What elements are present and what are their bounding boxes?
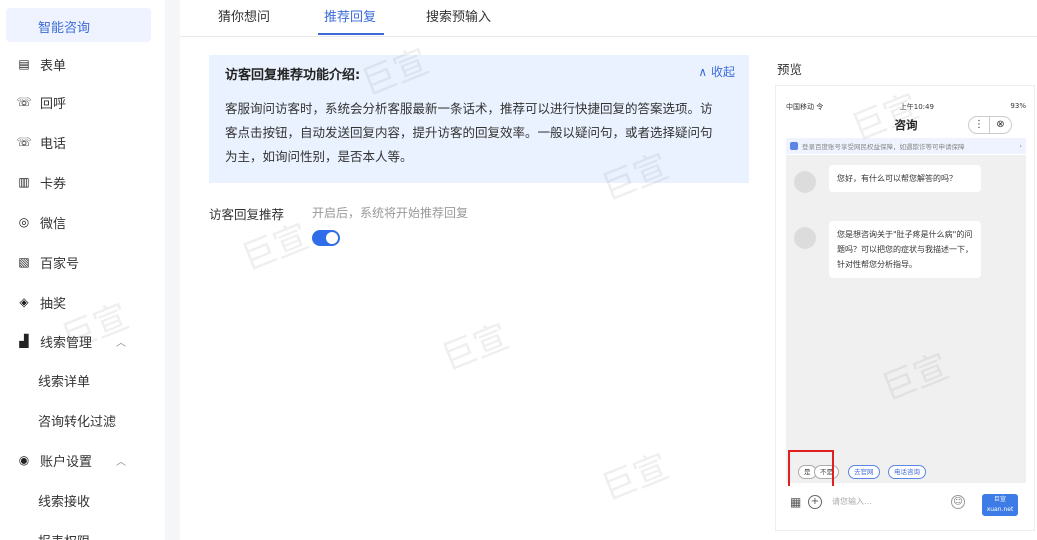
plus-icon[interactable]: +: [808, 495, 822, 509]
emoji-icon[interactable]: ☺: [951, 495, 965, 509]
baijiahao-icon: ▧: [18, 255, 30, 269]
sidebar-item-baijiahao[interactable]: ▧ 百家号: [0, 242, 165, 282]
chat-input-bar: ▦ + 请您输入... ☺ 巨宣 xuan.net: [786, 486, 1026, 520]
toggle-knob: [326, 232, 338, 244]
chat-input[interactable]: 请您输入...: [832, 496, 872, 507]
more-menu-icon[interactable]: ⋮: [968, 116, 990, 134]
phone-preview: 中国移动 令 上午10:49 93% 咨询 ⋮ ⊗ 登录百度账号享受网民权益保障…: [775, 85, 1035, 531]
chat-bubble: 您好，有什么可以帮您解答的吗？: [829, 165, 981, 192]
notice-text: 登录百度账号享受网民权益保障，如遇欺诈等可申请保障: [802, 143, 965, 151]
sidebar-item-coupon[interactable]: ▥ 卡券: [0, 162, 165, 202]
quick-reply-website[interactable]: 去官网: [848, 465, 880, 479]
active-tab-indicator: [318, 33, 384, 35]
sidebar-item-smart-consult[interactable]: 智能咨询: [0, 6, 165, 46]
gift-icon: ◈: [19, 295, 29, 309]
quick-reply-phone[interactable]: 电话咨询: [888, 465, 926, 479]
setting-hint: 开启后，系统将开始推荐回复: [312, 206, 469, 220]
sidebar-subitem-clue-receive[interactable]: 线索接收: [0, 480, 165, 520]
sidebar-item-label: 线索接收: [38, 494, 91, 510]
agent-avatar: [794, 227, 816, 249]
collapse-button[interactable]: ∧ 收起: [698, 63, 735, 80]
sidebar-item-phone[interactable]: ☏ 电话: [0, 122, 165, 162]
chevron-up-icon[interactable]: ︿: [116, 334, 126, 349]
sidebar-item-callback[interactable]: ☏ 回呼: [0, 82, 165, 122]
sidebar-item-label: 线索详单: [38, 374, 91, 390]
send-button[interactable]: 巨宣 xuan.net: [982, 494, 1018, 516]
phone-icon: ☏: [16, 135, 32, 149]
status-bar: 中国移动 令 上午10:49 93%: [786, 102, 1026, 114]
sidebar-item-lottery[interactable]: ◈ 抽奖: [0, 282, 165, 322]
intro-title: 访客回复推荐功能介绍:: [225, 68, 361, 83]
form-icon: ▤: [18, 57, 30, 71]
chevron-right-icon: ›: [1019, 142, 1022, 150]
chat-bubble: 您是想咨询关于"肚子疼是什么病"的问题吗？可以把您的症状与我描述一下，针对性帮您…: [829, 221, 981, 278]
sidebar-item-form[interactable]: ▤ 表单: [0, 44, 165, 84]
sidebar-item-label: 微信: [40, 216, 67, 232]
shield-icon: [790, 142, 798, 150]
battery-text: 93%: [1010, 102, 1026, 110]
wechat-icon: ◎: [18, 215, 30, 229]
sidebar-item-account-settings[interactable]: ◉ 账户设置 ︿: [0, 440, 165, 480]
carrier-text: 中国移动 令: [786, 103, 824, 111]
tab-guess-questions[interactable]: 猜你想问: [218, 6, 270, 25]
settings-icon: ◉: [18, 453, 30, 467]
sidebar-item-label: 表单: [40, 58, 67, 74]
sidebar-item-label: 抽奖: [40, 296, 67, 312]
sidebar-item-clue-management[interactable]: ▟ 线索管理 ︿: [0, 321, 165, 361]
chart-icon: ▟: [19, 334, 29, 348]
agent-avatar: [794, 171, 816, 193]
sidebar: 智能咨询 ▤ 表单 ☏ 回呼 ☏ 电话 ▥ 卡券 ◎ 微信 ▧ 百家号 ◈ 抽奖…: [0, 0, 165, 540]
sidebar-item-label: 账户设置: [40, 454, 93, 470]
sidebar-item-label: 线索管理: [40, 335, 93, 351]
status-time: 上午10:49: [899, 103, 934, 111]
coupon-icon: ▥: [18, 175, 30, 189]
sidebar-subitem-clue-detail[interactable]: 线索详单: [0, 360, 165, 400]
chevron-up-icon[interactable]: ︿: [116, 453, 126, 468]
sidebar-subitem-consult-filter[interactable]: 咨询转化过滤: [0, 400, 165, 440]
main-content: 猜你想问 推荐回复 搜索预输入 访客回复推荐功能介绍: ∧ 收起 客服询问访客时…: [180, 0, 1037, 540]
send-button-label: 巨宣 xuan.net: [986, 496, 1014, 513]
intro-body: 客服询问访客时，系统会分析客服最新一条话术，推荐可以进行快捷回复的答案选项。访客…: [225, 101, 713, 164]
tab-recommended-reply[interactable]: 推荐回复: [324, 6, 376, 25]
chat-area: 您好，有什么可以帮您解答的吗？ 您是想咨询关于"肚子疼是什么病"的问题吗？可以把…: [786, 155, 1026, 483]
tab-search-preinput[interactable]: 搜索预输入: [426, 6, 491, 25]
notice-bar[interactable]: 登录百度账号享受网民权益保障，如遇欺诈等可申请保障 ›: [786, 138, 1026, 154]
intro-panel: 访客回复推荐功能介绍: ∧ 收起 客服询问访客时，系统会分析客服最新一条话术，推…: [209, 55, 749, 183]
sidebar-item-label: 咨询转化过滤: [38, 414, 117, 430]
sidebar-item-label: 卡券: [40, 176, 67, 192]
tab-bar: 猜你想问 推荐回复 搜索预输入: [180, 0, 1037, 37]
sidebar-item-wechat[interactable]: ◎ 微信: [0, 202, 165, 242]
setting-label: 访客回复推荐: [209, 207, 285, 222]
sidebar-item-label: 报表权限: [38, 531, 90, 540]
visitor-reply-toggle[interactable]: [312, 230, 340, 246]
close-icon[interactable]: ⊗: [990, 116, 1012, 134]
callback-icon: ☏: [16, 95, 32, 109]
sidebar-item-label: 电话: [40, 136, 67, 152]
sidebar-item-label: 百家号: [40, 256, 80, 272]
sidebar-item-label: 智能咨询: [38, 20, 91, 36]
sidebar-item-label: 回呼: [40, 96, 67, 112]
preview-label: 预览: [777, 62, 803, 77]
sidebar-subitem-report-permission[interactable]: 报表权限: [0, 520, 165, 540]
grid-icon[interactable]: ▦: [790, 495, 801, 509]
